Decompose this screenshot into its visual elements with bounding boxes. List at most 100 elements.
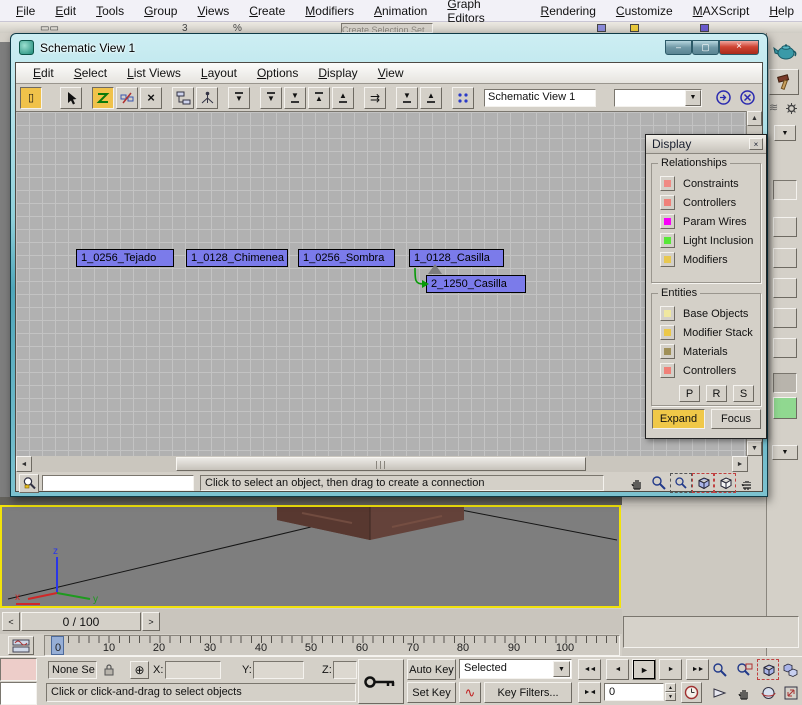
spinner-up-icon[interactable]: ▲ (665, 683, 676, 692)
materials-color-swatch[interactable] (660, 344, 675, 359)
set-key-button[interactable]: Set Key (407, 682, 456, 703)
track-bar-ruler[interactable]: 0 10 20 30 40 50 60 70 80 90 100 (44, 635, 620, 656)
node-casilla-1[interactable]: 1_0128_Casilla (409, 249, 504, 267)
color-swatch-button[interactable] (773, 397, 797, 419)
pan-to-selected-button[interactable] (736, 473, 758, 493)
panel-button[interactable] (773, 308, 797, 328)
panel-close-icon[interactable]: × (749, 138, 763, 150)
zoom-extents-button[interactable] (692, 473, 714, 493)
menu-animation[interactable]: Animation (366, 2, 435, 20)
find-input[interactable] (42, 475, 194, 491)
hscroll-thumb[interactable] (176, 457, 586, 471)
go-to-start-button[interactable]: ◄◄ (578, 659, 601, 680)
y-coordinate-field[interactable] (253, 661, 304, 679)
scroll-up-icon[interactable]: ▲ (747, 111, 762, 126)
render-teapot-icon[interactable] (773, 41, 797, 61)
time-slider-next-button[interactable]: > (142, 612, 160, 631)
z-coordinate-field[interactable] (333, 661, 357, 679)
play-button[interactable]: ► (632, 659, 656, 680)
base-objects-color-swatch[interactable] (660, 306, 675, 321)
percent-snap-icon[interactable]: % (233, 23, 242, 33)
scroll-left-icon[interactable]: ◄ (16, 456, 32, 472)
panel-button[interactable] (773, 217, 797, 237)
arrange-children-button[interactable]: ▼ (260, 87, 282, 109)
r-button[interactable]: R (706, 385, 727, 402)
modifiers-color-swatch[interactable] (660, 252, 675, 267)
bookmark-combo[interactable]: ▼ (614, 89, 702, 107)
menu-edit[interactable]: Edit (47, 2, 84, 20)
lock-selection-icon[interactable] (103, 662, 115, 677)
key-filters-button[interactable]: Key Filters... (484, 682, 572, 703)
delete-bookmark-button[interactable] (736, 87, 758, 109)
sv-menu-display[interactable]: Display (311, 65, 364, 81)
view-name-input[interactable]: Schematic View 1 (484, 89, 596, 107)
scroll-right-icon[interactable]: ► (732, 456, 748, 472)
param-wires-color-swatch[interactable] (660, 214, 675, 229)
mini-curve-editor-button[interactable] (8, 636, 34, 655)
go-to-end-button[interactable]: ►► (686, 659, 709, 680)
move-children-button[interactable]: ⇉ (364, 87, 386, 109)
panel-button-pressed[interactable] (773, 373, 797, 393)
sv-menu-view[interactable]: View (371, 65, 411, 81)
light-inclusion-color-swatch[interactable] (660, 233, 675, 248)
arrange-selected-button[interactable]: ▼ (284, 87, 306, 109)
key-selection-combo[interactable]: Selected ▼ (459, 659, 572, 679)
controllers-color-swatch[interactable] (660, 195, 675, 210)
menu-views[interactable]: Views (189, 2, 237, 20)
combo-dropdown-icon[interactable]: ▼ (685, 90, 701, 106)
always-arrange-button[interactable]: ▼ (228, 87, 250, 109)
menu-file[interactable]: File (8, 2, 43, 20)
expand-button[interactable]: Expand (652, 409, 705, 429)
maximize-button[interactable]: ▢ (692, 40, 719, 55)
named-selection-set-combo[interactable]: Create Selection Set (341, 23, 433, 33)
menu-rendering[interactable]: Rendering (533, 2, 604, 20)
free-all-button[interactable]: ▲ (308, 87, 330, 109)
select-button[interactable] (60, 87, 82, 109)
combo-dropdown-icon[interactable]: ▼ (553, 661, 570, 677)
gear-icon[interactable] (785, 102, 798, 115)
zoom-extents-all-button[interactable] (780, 659, 801, 680)
sv-menu-list-views[interactable]: List Views (120, 65, 188, 81)
reference-mode-button[interactable] (196, 87, 218, 109)
time-slider-thumb[interactable]: 0 / 100 (21, 612, 141, 631)
schematic-canvas[interactable]: 1_0256_Tejado 1_0128_Chimenea 1_0256_Som… (16, 111, 748, 456)
rollout-dropdown-button[interactable]: ▼ (772, 445, 798, 460)
utilities-tab[interactable] (769, 69, 799, 95)
macro-recorder-row[interactable] (0, 658, 37, 681)
perspective-viewport[interactable]: z x y (0, 505, 621, 608)
schematic-title-bar[interactable]: Schematic View 1 – ▢ × (11, 34, 767, 61)
s-button[interactable]: S (733, 385, 754, 402)
node-sombra[interactable]: 1_0256_Sombra (298, 249, 395, 267)
unshrink-selected-button[interactable]: ▲ (420, 87, 442, 109)
time-slider-prev-button[interactable]: < (2, 612, 20, 631)
menu-group[interactable]: Group (136, 2, 185, 20)
menu-help[interactable]: Help (761, 2, 802, 20)
connect-button[interactable] (92, 87, 114, 109)
panel-dropdown-button[interactable]: ▼ (774, 125, 796, 141)
unlink-button[interactable] (116, 87, 138, 109)
menu-tools[interactable]: Tools (88, 2, 132, 20)
display-floater-button[interactable]: ▯ (20, 87, 42, 109)
modifier-stack-color-swatch[interactable] (660, 325, 675, 340)
zoom-button[interactable] (648, 473, 670, 493)
region-zoom-button[interactable] (670, 473, 692, 493)
shrink-selected-button[interactable]: ▼ (396, 87, 418, 109)
panel-button[interactable] (773, 180, 797, 200)
sv-menu-select[interactable]: Select (67, 65, 114, 81)
menu-create[interactable]: Create (241, 2, 293, 20)
next-frame-button[interactable]: ► (659, 659, 682, 680)
node-tejado[interactable]: 1_0256_Tejado (76, 249, 174, 267)
panel-button[interactable] (773, 278, 797, 298)
zoom-all-button[interactable] (733, 659, 755, 680)
minimize-button[interactable]: – (665, 40, 692, 55)
preferences-button[interactable] (452, 87, 474, 109)
zoom-viewport-button[interactable] (709, 659, 731, 680)
pan-button[interactable] (626, 473, 648, 493)
panel-button[interactable] (773, 248, 797, 268)
maxscript-listener-row[interactable] (0, 682, 37, 705)
menu-maxscript[interactable]: MAXScript (685, 2, 758, 20)
arc-rotate-button[interactable] (757, 682, 779, 703)
find-button[interactable] (19, 474, 39, 493)
p-button[interactable]: P (679, 385, 700, 402)
spinner-down-icon[interactable]: ▼ (665, 692, 676, 701)
